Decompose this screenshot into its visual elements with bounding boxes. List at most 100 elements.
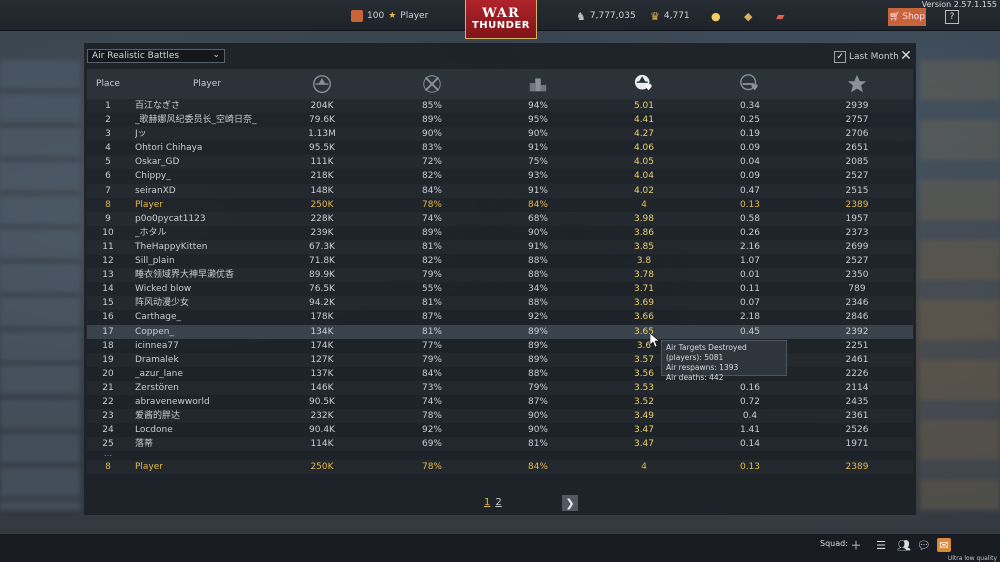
cell-place: 7 <box>105 185 111 196</box>
cell-score: 2251 <box>845 340 869 351</box>
close-button[interactable]: ✕ <box>899 49 913 63</box>
cell-gdr: 0.14 <box>739 439 761 450</box>
mail-icon[interactable]: ✉ <box>937 538 951 552</box>
table-row[interactable]: 18 icinnea77 174K 77% 89% 3.6 2251 <box>87 339 913 353</box>
table-row[interactable]: 7 seiranXD 148K 84% 91% 4.02 0.47 2515 <box>87 184 913 198</box>
cell-kills: 178K <box>310 312 334 323</box>
cell-adr: 3.47 <box>633 425 655 436</box>
game-mode-dropdown[interactable]: Air Realistic Battles ⌄ <box>87 49 225 63</box>
checkbox-icon[interactable]: ✓ <box>834 51 846 63</box>
cell-wpct: 87% <box>527 396 548 407</box>
cell-kpct: 84% <box>421 185 442 196</box>
add-squad-member-icon[interactable]: ＋ <box>849 538 863 552</box>
own-player-row[interactable]: 8 Player 250K 78% 84% 4 0.13 2389 <box>87 460 913 474</box>
cell-gdr: 0.45 <box>739 326 761 337</box>
table-row[interactable]: 14 Wicked blow 76.5K 55% 34% 3.71 0.11 789 <box>87 282 913 296</box>
table-row[interactable]: 12 Sill_plain 71.8K 82% 88% 3.8 1.07 2527 <box>87 254 913 268</box>
cell-place: 14 <box>102 284 114 295</box>
cell-adr: 3.85 <box>633 241 655 252</box>
chat-icon[interactable]: 💬︎ <box>917 538 931 552</box>
own-player-row[interactable]: 8 Player 250K 78% 84% 4 0.13 2389 <box>87 198 913 212</box>
cell-place: 13 <box>102 270 114 281</box>
premium-button[interactable]: ◆ <box>744 9 752 23</box>
table-row[interactable]: 25 落蒂 114K 69% 81% 3.47 0.14 1971 <box>87 437 913 451</box>
table-row[interactable]: 22 abravenewworld 90.5K 74% 87% 3.52 0.72 2435 <box>87 395 913 409</box>
table-row[interactable]: 13 睡衣领域界大神早濑优香 89.9K 79% 88% 3.78 0.01 2350 <box>87 268 913 282</box>
header-air-dr[interactable] <box>614 69 674 99</box>
table-row[interactable]: 9 p0o0pycat1123 228K 74% 68% 3.98 0.58 1957 <box>87 212 913 226</box>
coupon-button[interactable]: ▰ <box>776 9 784 23</box>
help-button[interactable]: ? <box>945 10 959 24</box>
premium-diamond-icon: ◆ <box>744 9 753 23</box>
rank-value: 100 <box>367 11 385 21</box>
cell-gdr: 0.19 <box>739 129 761 140</box>
page-1-link[interactable]: 1 <box>484 497 490 508</box>
header-kill-pct[interactable] <box>402 69 462 99</box>
header-place[interactable]: Place <box>87 69 129 99</box>
cell-place: 8 <box>105 462 111 473</box>
cell-kpct: 84% <box>421 368 442 379</box>
last-month-toggle[interactable]: ✓ Last Month <box>834 51 899 63</box>
table-row[interactable]: 19 Dramalek 127K 79% 89% 3.57 2461 <box>87 353 913 367</box>
table-row[interactable]: 16 Carthage_ 178K 87% 92% 3.66 2.18 2846 <box>87 310 913 324</box>
background-panel-right <box>920 60 1000 510</box>
table-row[interactable]: 3 Jッ 1.13M 90% 90% 4.27 0.19 2706 <box>87 127 913 141</box>
contacts-icon[interactable]: 👥︎ <box>897 538 911 552</box>
cell-wpct: 84% <box>527 462 548 473</box>
chevron-right-icon: ❯ <box>565 496 575 510</box>
cell-score: 2757 <box>845 115 869 126</box>
golden-eagles-value: 4,771 <box>663 11 690 21</box>
table-row[interactable]: 1 百江なぎさ 204K 85% 94% 5.01 0.34 2939 <box>87 99 913 113</box>
table-row[interactable]: 21 Zerstören 146K 73% 79% 3.53 0.16 2114 <box>87 381 913 395</box>
cell-kills: 114K <box>310 439 334 450</box>
cell-kills: 137K <box>310 368 334 379</box>
table-row[interactable]: 4 Ohtori Chihaya 95.5K 83% 91% 4.06 0.09 2651 <box>87 141 913 155</box>
cell-gdr: 0.07 <box>739 298 761 309</box>
war-thunder-logo[interactable]: WAR THUNDER <box>465 0 537 39</box>
coupon-icon: ▰ <box>776 9 785 23</box>
header-win-pct[interactable] <box>508 69 568 99</box>
next-page-button[interactable]: ❯ <box>562 495 578 511</box>
cell-adr: 4.04 <box>633 171 655 182</box>
cell-kills: 239K <box>310 227 334 238</box>
cell-wpct: 88% <box>527 270 548 281</box>
page-2-link[interactable]: 2 <box>495 497 501 508</box>
cell-player: Oskar_GD <box>135 157 180 168</box>
cell-player: Ohtori Chihaya <box>135 143 203 154</box>
table-row[interactable]: 20 _azur_lane 137K 84% 88% 3.56 2226 <box>87 367 913 381</box>
header-score[interactable] <box>827 69 887 99</box>
cell-gdr: 0.11 <box>739 284 761 295</box>
table-row[interactable]: 17 Coppen_ 134K 81% 89% 3.65 0.45 2392 <box>87 324 913 339</box>
table-row[interactable]: 24 Locdone 90.4K 92% 90% 3.47 1.41 2526 <box>87 423 913 437</box>
silver-lions[interactable]: ♞ 7,777,035 <box>576 9 636 23</box>
list-icon[interactable]: ☰ <box>874 538 888 552</box>
cell-adr: 4.41 <box>633 115 655 126</box>
cell-kills: 250K <box>310 199 334 210</box>
table-row[interactable]: 15 阵风动漫少女 94.2K 81% 88% 3.69 0.07 2346 <box>87 296 913 310</box>
header-kills[interactable] <box>292 69 352 99</box>
cell-wpct: 34% <box>527 284 548 295</box>
cell-wpct: 75% <box>527 157 548 168</box>
game-mode-value: Air Realistic Battles <box>92 51 180 61</box>
header-player[interactable]: Player <box>177 69 237 99</box>
cell-wpct: 81% <box>527 439 548 450</box>
cell-player: _歌赫娜风纪委员长_空崎日奈_ <box>135 115 257 126</box>
cell-kills: 146K <box>310 382 334 393</box>
cell-kpct: 79% <box>421 270 442 281</box>
table-row[interactable]: 23 爱酱的胖达 232K 78% 90% 3.49 0.4 2361 <box>87 409 913 423</box>
shop-button[interactable]: 🛒︎ Shop <box>888 8 926 26</box>
table-row[interactable]: 10 _ホタル 239K 89% 90% 3.86 0.26 2373 <box>87 226 913 240</box>
table-row[interactable]: 6 Chippy_ 218K 82% 93% 4.04 0.09 2527 <box>87 169 913 183</box>
golden-eagles[interactable]: ♛ 4,771 <box>650 9 690 23</box>
cell-player: 阵风动漫少女 <box>135 298 190 309</box>
cell-gdr: 0.26 <box>739 227 761 238</box>
cell-place: 1 <box>105 101 111 111</box>
header-ground-dr[interactable] <box>720 69 780 99</box>
tips-button[interactable]: ● <box>711 9 721 23</box>
table-row[interactable]: 5 Oskar_GD 111K 72% 75% 4.05 0.04 2085 <box>87 155 913 169</box>
player-rank[interactable]: 100 ★ Player <box>351 9 428 23</box>
table-row[interactable]: 2 _歌赫娜风纪委员长_空崎日奈_ 79.6K 89% 95% 4.41 0.25 2757 <box>87 113 913 127</box>
table-row[interactable]: 11 TheHappyKitten 67.3K 81% 91% 3.85 2.16 2699 <box>87 240 913 254</box>
golden-eagle-icon: ♛ <box>650 9 660 23</box>
leaderboard-table: Place Player 1 百江なぎさ 204K 85% 94% 5.01 0.34 293… <box>87 69 913 499</box>
